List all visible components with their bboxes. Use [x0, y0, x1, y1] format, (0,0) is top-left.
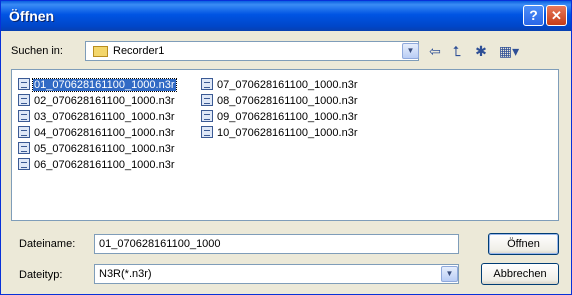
- file-item[interactable]: 05_070628161100_1000.n3r: [18, 142, 176, 157]
- close-button[interactable]: ✕: [546, 5, 567, 26]
- views-menu-icon[interactable]: ▦▾: [495, 42, 523, 60]
- lookin-label: Suchen in:: [11, 45, 63, 57]
- new-folder-icon[interactable]: ✱: [471, 42, 491, 60]
- file-item[interactable]: 02_070628161100_1000.n3r: [18, 94, 176, 109]
- file-item[interactable]: 01_070628161100_1000.n3r: [18, 78, 177, 93]
- window-title: Öffnen: [9, 8, 55, 24]
- open-button[interactable]: Öffnen: [488, 233, 559, 255]
- help-button[interactable]: ?: [523, 5, 544, 26]
- file-item[interactable]: 08_070628161100_1000.n3r: [201, 94, 359, 109]
- filename-value: 01_070628161100_1000: [99, 238, 221, 250]
- folder-icon: [93, 46, 108, 57]
- cancel-button[interactable]: Abbrechen: [481, 263, 559, 285]
- file-icon: [201, 126, 213, 139]
- filetype-label: Dateityp:: [19, 269, 63, 281]
- file-item[interactable]: 10_070628161100_1000.n3r: [201, 126, 359, 141]
- file-icon: [201, 78, 213, 91]
- lookin-dropdown-button[interactable]: ▼: [402, 43, 419, 59]
- filetype-value: N3R(*.n3r): [99, 268, 152, 280]
- file-icon: [201, 110, 213, 123]
- open-dialog: Öffnen ? ✕ Suchen in: Recorder1 ▼ ⇦ ⮤ ✱ …: [0, 0, 572, 295]
- file-item[interactable]: 03_070628161100_1000.n3r: [18, 110, 176, 125]
- file-icon: [18, 158, 30, 171]
- file-icon: [201, 94, 213, 107]
- file-icon: [18, 78, 30, 91]
- filetype-select[interactable]: N3R(*.n3r): [94, 264, 459, 284]
- file-item[interactable]: 07_070628161100_1000.n3r: [201, 78, 359, 93]
- file-item[interactable]: 06_070628161100_1000.n3r: [18, 158, 176, 173]
- file-item[interactable]: 09_070628161100_1000.n3r: [201, 110, 359, 125]
- lookin-value: Recorder1: [113, 45, 165, 57]
- file-item[interactable]: 04_070628161100_1000.n3r: [18, 126, 176, 141]
- file-icon: [18, 142, 30, 155]
- file-icon: [18, 126, 30, 139]
- file-icon: [18, 94, 30, 107]
- file-list[interactable]: 01_070628161100_1000.n3r 02_070628161100…: [11, 69, 559, 221]
- up-folder-icon[interactable]: ⮤: [447, 42, 467, 60]
- title-bar[interactable]: Öffnen ? ✕: [1, 1, 571, 31]
- back-icon[interactable]: ⇦: [425, 42, 445, 60]
- filetype-dropdown-button[interactable]: ▼: [441, 266, 458, 282]
- filename-field[interactable]: 01_070628161100_1000: [94, 234, 459, 254]
- lookin-combobox[interactable]: Recorder1: [85, 41, 419, 61]
- file-icon: [18, 110, 30, 123]
- views-glyph: ▦: [498, 43, 513, 59]
- filename-label: Dateiname:: [19, 238, 76, 250]
